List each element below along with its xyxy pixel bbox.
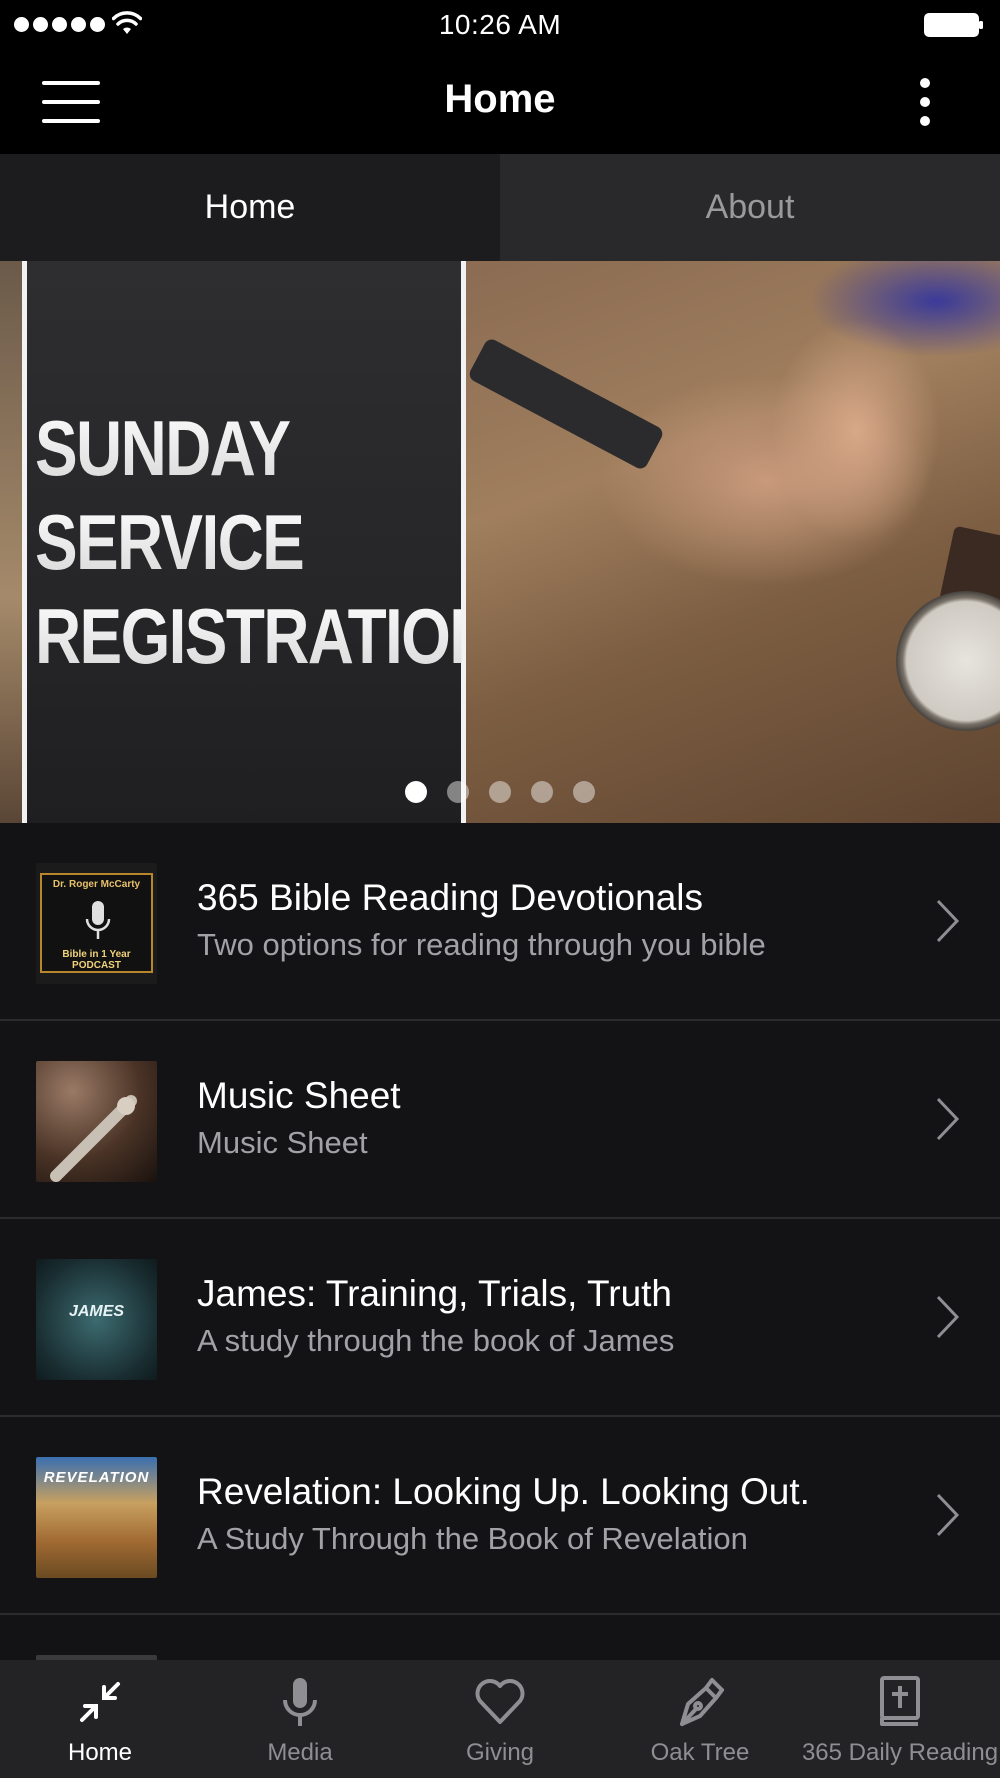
tabbar-item-365-daily-reading[interactable]: 365 Daily Reading <box>800 1660 1000 1778</box>
phone-image <box>466 336 666 472</box>
page-title: Home <box>444 77 556 121</box>
banner-line-1: SUNDAY <box>35 401 461 495</box>
bible-cross-icon <box>880 1676 920 1726</box>
item-subtitle: A study through the book of James <box>197 1323 675 1358</box>
item-title: 365 Bible Reading Devotionals <box>197 877 704 918</box>
microphone-thumb-icon <box>85 901 111 939</box>
tab-home[interactable]: Home <box>0 154 500 261</box>
content-list: Dr. Roger McCarty Bible in 1 Year PODCAS… <box>0 823 1000 1615</box>
page-dot-3[interactable] <box>489 781 511 803</box>
thumb-bottom-caption: Bible in 1 Year PODCAST <box>62 949 131 971</box>
banner-line-3: REGISTRATIONS <box>35 589 536 683</box>
image-carousel[interactable]: SUNDAY SERVICE REGISTRATIONS <box>0 261 1000 823</box>
tabbar-item-oak-tree[interactable]: Oak Tree <box>600 1660 800 1778</box>
page-dot-5[interactable] <box>573 781 595 803</box>
status-time: 10:26 AM <box>438 9 562 40</box>
list-item[interactable]: Dr. Roger McCarty Bible in 1 Year PODCAS… <box>0 823 1000 1021</box>
tabbar-label: Oak Tree <box>650 1739 750 1766</box>
top-tabs: Home About <box>0 154 1000 261</box>
heart-icon <box>475 1679 525 1724</box>
battery-icon <box>924 13 983 37</box>
thumb-caption: JAMES <box>68 1303 125 1320</box>
page-dot-1[interactable] <box>405 781 427 803</box>
chevron-right-icon <box>936 1295 960 1339</box>
item-subtitle: A Study Through the Book of Revelation <box>197 1521 748 1556</box>
podcast-thumbnail: Dr. Roger McCarty Bible in 1 Year PODCAS… <box>36 863 157 984</box>
guitar-image <box>50 1095 137 1182</box>
banner-line-2: SERVICE <box>35 495 461 589</box>
pen-nib-icon <box>680 1678 724 1726</box>
chevron-right-icon <box>936 899 960 943</box>
tabbar-item-media[interactable]: Media <box>200 1660 400 1778</box>
tabbar-label: Giving <box>465 1739 535 1766</box>
hand-with-phone-photo <box>466 261 1000 823</box>
page-dot-2[interactable] <box>447 781 469 803</box>
tabbar-label: 365 Daily Reading <box>801 1739 999 1766</box>
microphone-icon <box>283 1678 317 1726</box>
more-vertical-icon[interactable] <box>910 74 940 130</box>
status-bar: 10:26 AM <box>0 0 1000 50</box>
thumb-caption: REVELATION <box>43 1469 150 1486</box>
revelation-thumbnail: REVELATION <box>36 1457 157 1578</box>
collapse-arrows-icon <box>80 1682 120 1722</box>
chevron-right-icon <box>936 1493 960 1537</box>
tabbar-item-giving[interactable]: Giving <box>400 1660 600 1778</box>
bottom-tab-bar: Home Media Giving Oak Tree 365 Daily Rea… <box>0 1660 1000 1778</box>
previous-slide-edge <box>0 261 22 823</box>
watch-image <box>896 591 1000 731</box>
guitar-thumbnail <box>36 1061 157 1182</box>
list-item[interactable]: JAMES James: Training, Trials, Truth A s… <box>0 1219 1000 1417</box>
tabbar-label: Home <box>67 1739 133 1766</box>
item-title: James: Training, Trials, Truth <box>197 1273 673 1314</box>
item-subtitle: Music Sheet <box>197 1125 368 1160</box>
list-item[interactable]: REVELATION Revelation: Looking Up. Looki… <box>0 1417 1000 1615</box>
banner-slide[interactable]: SUNDAY SERVICE REGISTRATIONS <box>22 261 536 823</box>
tabbar-item-home[interactable]: Home <box>0 1660 200 1778</box>
tabbar-label: Media <box>267 1739 333 1766</box>
chevron-right-icon <box>936 1097 960 1141</box>
item-title: Revelation: Looking Up. Looking Out. <box>197 1471 810 1512</box>
banner-text: SUNDAY SERVICE REGISTRATIONS <box>35 401 536 683</box>
page-dot-4[interactable] <box>531 781 553 803</box>
tab-about[interactable]: About <box>500 154 1000 261</box>
item-title: Music Sheet <box>197 1075 401 1116</box>
list-item[interactable]: Music Sheet Music Sheet <box>0 1021 1000 1219</box>
james-thumbnail: JAMES <box>36 1259 157 1380</box>
item-subtitle: Two options for reading through you bibl… <box>197 927 766 962</box>
thumb-top-caption: Dr. Roger McCarty <box>52 879 141 890</box>
navigation-bar: Home <box>0 50 1000 154</box>
carousel-page-indicator <box>0 781 1000 803</box>
